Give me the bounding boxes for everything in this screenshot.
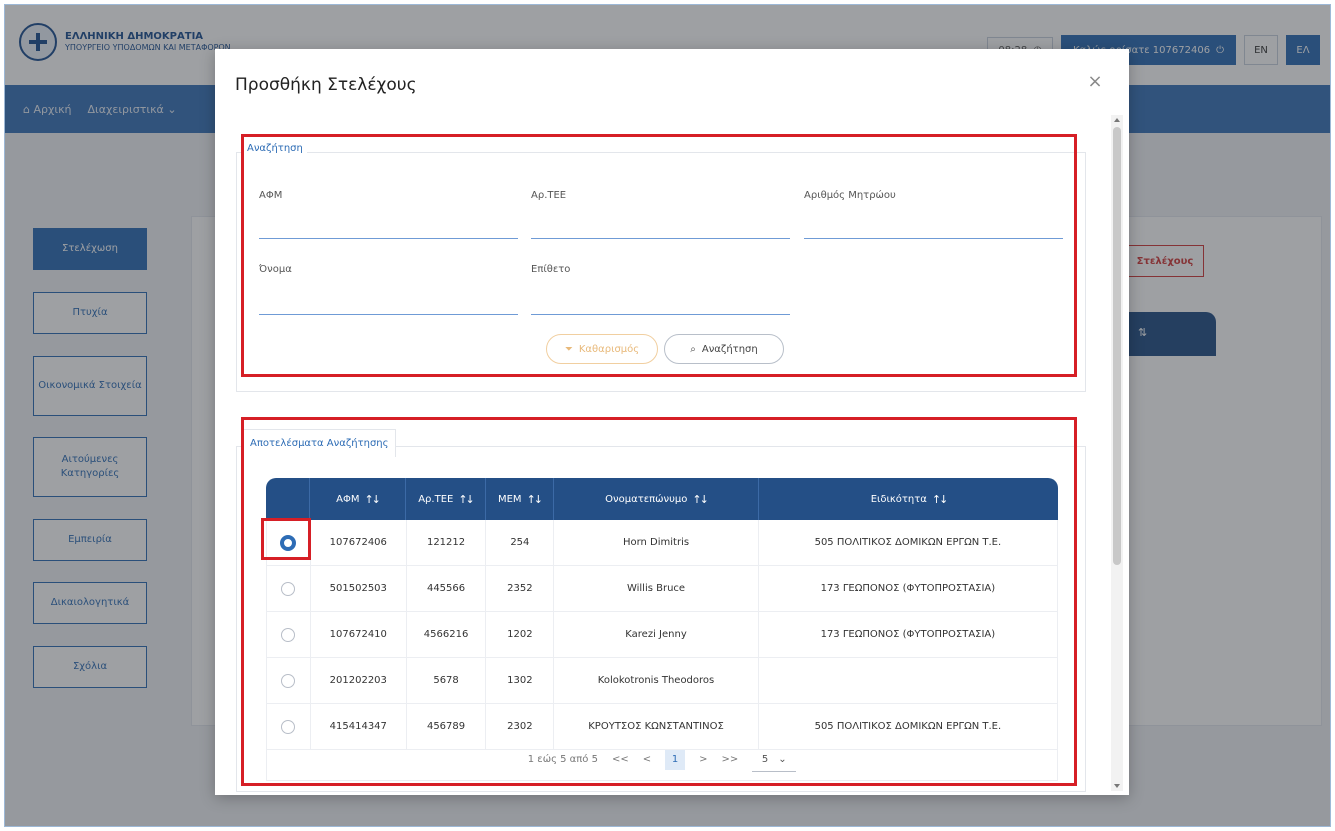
clear-button[interactable]: ⏷ Καθαρισμός — [546, 334, 658, 364]
search-button-label: Αναζήτηση — [701, 343, 758, 355]
select-column-header — [266, 478, 310, 520]
page-size-value: 5 — [761, 753, 769, 765]
name-label: Όνομα — [259, 264, 292, 275]
scroll-down-icon — [1114, 784, 1120, 788]
first-page-button[interactable]: << — [612, 754, 629, 765]
cell-tee: 5678 — [407, 658, 487, 703]
cell-fullname: Willis Bruce — [554, 566, 759, 611]
search-icon: ⌕ — [690, 343, 696, 355]
results-legend: Αποτελέσματα Αναζήτησης — [243, 429, 396, 457]
results-table: ΑΦΜ ↑↓ Αρ.ΤΕΕ ↑↓ ΜΕΜ ↑↓ Ονοματεπώνυμο ↑↓ Ειδ… — [266, 478, 1058, 750]
row-select-radio[interactable] — [281, 627, 296, 642]
close-icon[interactable]: × — [1085, 71, 1105, 92]
table-row[interactable]: 201202203 5678 1302 Kolokotronis Theodor… — [266, 658, 1058, 704]
surname-label: Επίθετο — [531, 264, 571, 275]
table-row[interactable]: 107672410 4566216 1202 Karezi Jenny 173 … — [266, 612, 1058, 658]
cell-mem: 1302 — [486, 658, 555, 703]
registry-input[interactable] — [804, 238, 1063, 239]
prev-page-button[interactable]: < — [643, 754, 651, 765]
column-label: ΜΕΜ — [497, 493, 522, 505]
cell-afm: 501502503 — [311, 566, 407, 611]
cell-specialty: 173 ΓΕΩΠΟΝΟΣ (ΦΥΤΟΠΡΟΣΤΑΣΙΑ) — [820, 629, 996, 640]
registry-label: Αριθμός Μητρώου — [804, 190, 896, 201]
add-staff-modal: Προσθήκη Στελέχους × Αναζήτηση ΑΦΜ Αρ.ΤΕ… — [215, 49, 1129, 795]
cell-afm: 107672410 — [311, 612, 407, 657]
cell-tee: 4566216 — [407, 612, 487, 657]
column-header-tee[interactable]: Αρ.ΤΕΕ ↑↓ — [406, 478, 486, 520]
column-label: ΑΦΜ — [336, 493, 360, 505]
cell-specialty: 505 ΠΟΛΙΤΙΚΟΣ ΔΟΜΙΚΩΝ ΕΡΓΩΝ Τ.Ε. — [814, 537, 1002, 548]
cell-fullname: Kolokotronis Theodoros — [554, 658, 759, 703]
sort-icon: ↑↓ — [526, 492, 544, 506]
name-input[interactable] — [259, 314, 518, 315]
table-row[interactable]: 107672406 121212 254 Horn Dimitris 505 Π… — [266, 520, 1058, 566]
cell-tee: 445566 — [407, 566, 487, 611]
row-select-radio[interactable] — [281, 719, 296, 734]
filter-icon: ⏷ — [564, 343, 573, 355]
scroll-thumb[interactable] — [1113, 127, 1121, 565]
modal-scrollbar[interactable] — [1111, 115, 1123, 791]
search-button[interactable]: ⌕ Αναζήτηση — [664, 334, 784, 364]
cell-fullname: Horn Dimitris — [554, 520, 759, 565]
cell-tee: 121212 — [407, 520, 487, 565]
row-select-radio[interactable] — [280, 534, 297, 551]
cell-mem: 1202 — [486, 612, 555, 657]
cell-mem: 2352 — [486, 566, 555, 611]
next-page-button[interactable]: > — [699, 754, 707, 765]
sort-icon: ↑↓ — [364, 492, 381, 506]
cell-afm: 201202203 — [311, 658, 407, 703]
sort-icon: ↑↓ — [458, 492, 475, 506]
scroll-up-icon — [1114, 118, 1120, 122]
cell-specialty — [759, 658, 1057, 703]
search-fieldset: Αναζήτηση — [236, 143, 1086, 392]
column-header-afm[interactable]: ΑΦΜ ↑↓ — [310, 478, 406, 520]
sort-icon: ↑↓ — [692, 492, 709, 506]
search-legend: Αναζήτηση — [243, 143, 307, 154]
clear-button-label: Καθαρισμός — [578, 343, 640, 355]
column-header-mem[interactable]: ΜΕΜ ↑↓ — [486, 478, 554, 520]
row-select-radio[interactable] — [281, 581, 296, 596]
page-size-select[interactable]: 5 ⌄ — [752, 748, 797, 772]
column-header-fullname[interactable]: Ονοματεπώνυμο ↑↓ — [554, 478, 759, 520]
sort-icon: ↑↓ — [931, 492, 949, 506]
column-label: Ειδικότητα — [870, 493, 927, 505]
pagination: 1 εώς 5 από 5 << < 1 > >> 5 ⌄ — [266, 739, 1058, 781]
column-label: Ονοματεπώνυμο — [605, 493, 688, 505]
cell-specialty: 173 ΓΕΩΠΟΝΟΣ (ΦΥΤΟΠΡΟΣΤΑΣΙΑ) — [820, 583, 996, 594]
surname-input[interactable] — [531, 314, 790, 315]
pagination-summary: 1 εώς 5 από 5 — [527, 754, 598, 765]
column-header-specialty[interactable]: Ειδικότητα ↑↓ — [759, 478, 1058, 520]
results-table-header: ΑΦΜ ↑↓ Αρ.ΤΕΕ ↑↓ ΜΕΜ ↑↓ Ονοματεπώνυμο ↑↓ Ειδ… — [266, 478, 1058, 520]
cell-afm: 107672406 — [311, 520, 407, 565]
modal-title: Προσθήκη Στελέχους — [235, 75, 417, 95]
cell-mem: 254 — [486, 520, 555, 565]
page-1-button[interactable]: 1 — [665, 749, 686, 770]
column-label: Αρ.ΤΕΕ — [418, 493, 454, 505]
tee-input[interactable] — [531, 238, 790, 239]
afm-label: ΑΦΜ — [259, 190, 283, 201]
table-row[interactable]: 501502503 445566 2352 Willis Bruce 173 Γ… — [266, 566, 1058, 612]
chevron-down-icon: ⌄ — [778, 753, 787, 765]
cell-fullname: Karezi Jenny — [554, 612, 759, 657]
row-select-radio[interactable] — [281, 673, 296, 688]
afm-input[interactable] — [259, 238, 518, 239]
tee-label: Αρ.ΤΕΕ — [531, 190, 567, 201]
last-page-button[interactable]: >> — [721, 754, 738, 765]
